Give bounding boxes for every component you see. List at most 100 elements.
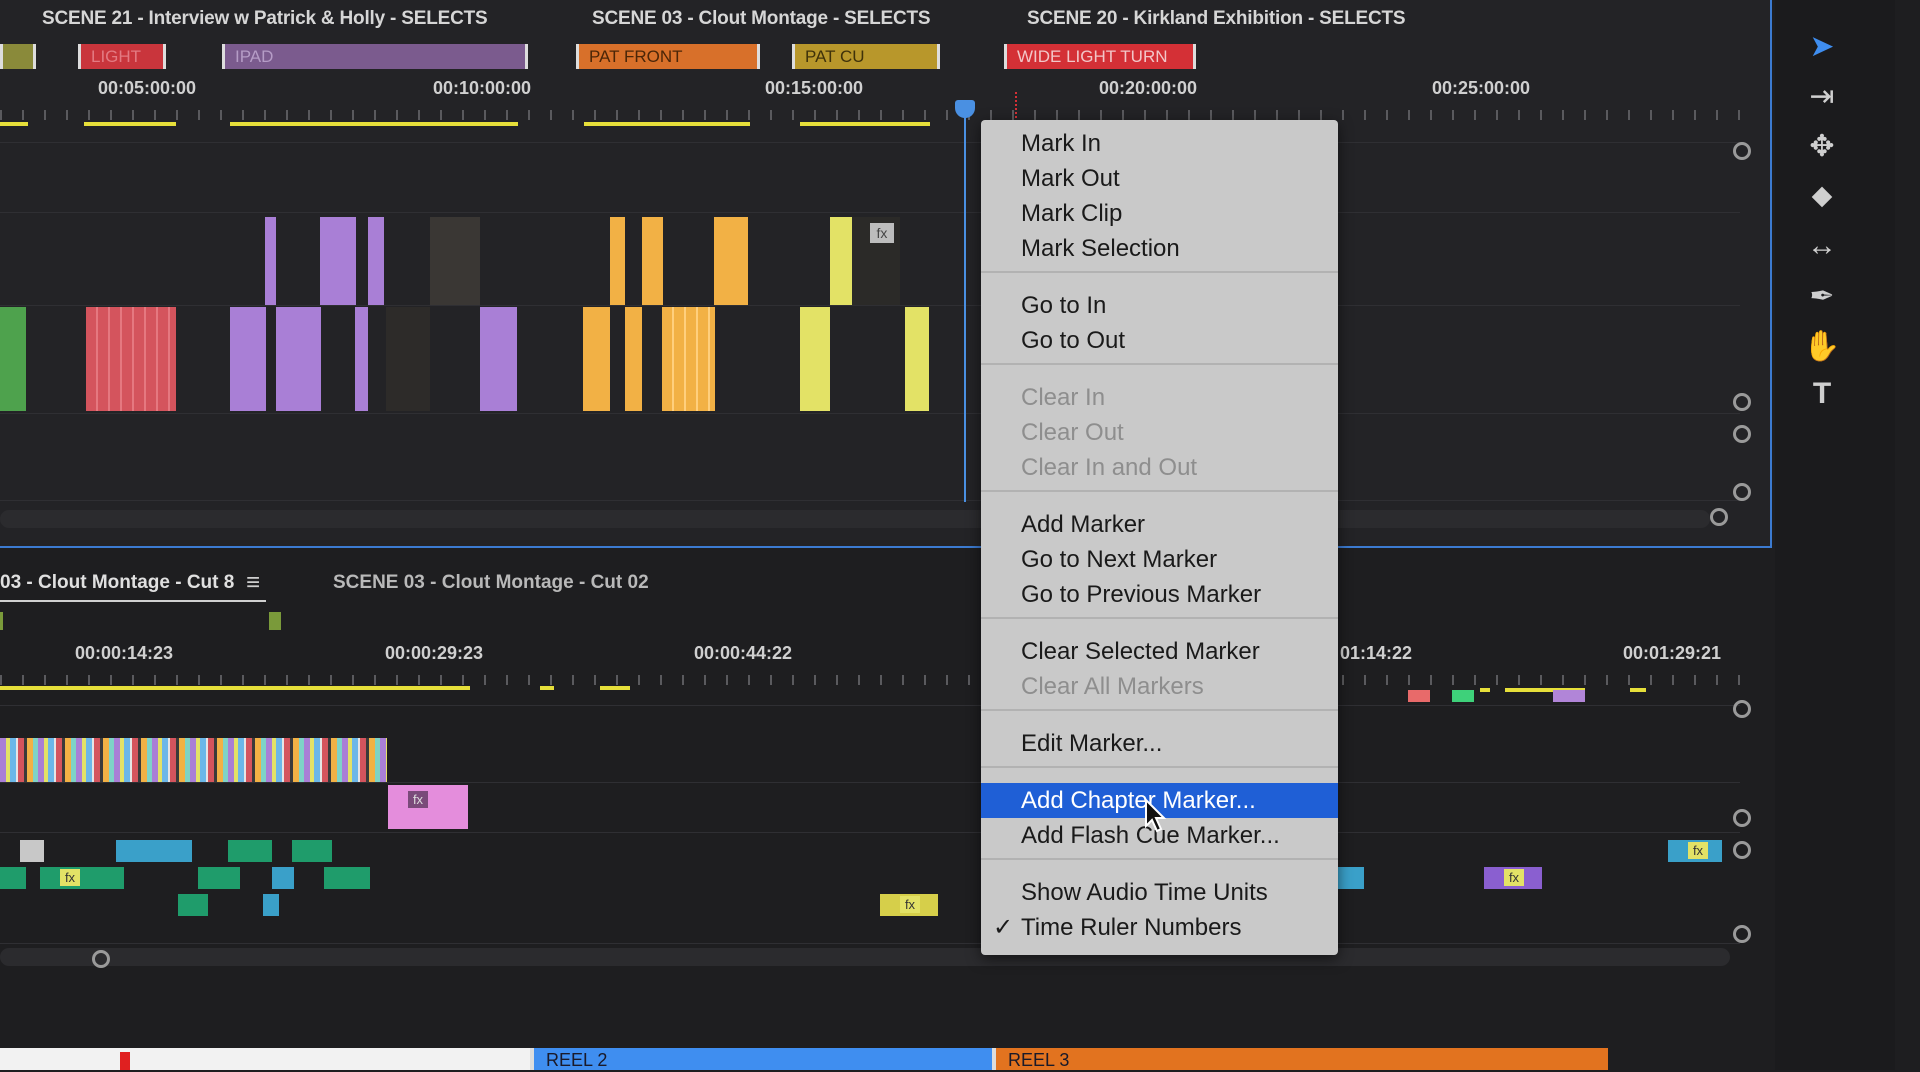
audio-clip[interactable]	[324, 867, 370, 889]
video-clip[interactable]	[642, 217, 663, 305]
menu-item-label: Mark Clip	[1021, 200, 1123, 227]
track-height-handle[interactable]	[1733, 700, 1751, 718]
horizontal-scrollbar[interactable]	[0, 510, 1710, 528]
track-height-handle[interactable]	[1733, 142, 1751, 160]
video-clip[interactable]	[276, 307, 321, 411]
menu-item-edit-marker[interactable]: Edit Marker...	[981, 726, 1338, 761]
menu-item-label: Go to Previous Marker	[1021, 581, 1262, 608]
sequence-menu-icon[interactable]: ≡	[246, 569, 260, 597]
fx-badge: fx	[408, 791, 428, 808]
audio-clip[interactable]: fx	[1484, 867, 1542, 889]
audio-clip[interactable]: fx	[880, 894, 938, 916]
video-clip[interactable]	[480, 307, 517, 411]
menu-item-go-to-in[interactable]: Go to In	[981, 288, 1338, 323]
video-clip-thumbnail[interactable]	[430, 217, 480, 305]
audio-clip[interactable]	[0, 867, 26, 889]
marker-ipad[interactable]: IPAD	[222, 44, 528, 69]
ruler-ticks[interactable]	[0, 110, 1740, 120]
audio-clip[interactable]	[116, 840, 192, 862]
menu-item-mark-in[interactable]: Mark In	[981, 126, 1338, 161]
tab-cut-8[interactable]: 03 - Clout Montage - Cut 8	[0, 572, 234, 594]
reel-2[interactable]: REEL 2	[530, 1048, 992, 1070]
playhead-line[interactable]	[964, 100, 966, 502]
marker-light[interactable]: LIGHT	[78, 44, 166, 69]
video-clip[interactable]	[368, 217, 384, 305]
track-height-handle[interactable]	[1733, 841, 1751, 859]
video-clip-group[interactable]	[86, 307, 176, 411]
timeline-marker-clip[interactable]	[1408, 690, 1430, 702]
menu-item-mark-clip[interactable]: Mark Clip	[981, 196, 1338, 231]
selection-tool-icon[interactable]: ➤	[1800, 26, 1844, 66]
menu-item-time-ruler-numbers[interactable]: ✓ Time Ruler Numbers	[981, 910, 1338, 945]
video-clip[interactable]	[625, 307, 642, 411]
timeline-marker-clip[interactable]	[1553, 690, 1585, 702]
slip-icon[interactable]: ↔	[1800, 226, 1844, 266]
reel-marker[interactable]	[120, 1052, 130, 1070]
video-clip[interactable]	[830, 217, 852, 305]
type-icon[interactable]: T	[1800, 374, 1844, 414]
top-timeline-panel[interactable]: SCENE 21 - Interview w Patrick & Holly -…	[0, 0, 1772, 548]
audio-clip[interactable]: fx	[1668, 840, 1722, 862]
menu-item-clear-selected-marker[interactable]: Clear Selected Marker	[981, 634, 1338, 669]
track-height-handle[interactable]	[1733, 483, 1751, 501]
menu-item-go-to-next-marker[interactable]: Go to Next Marker	[981, 542, 1338, 577]
video-clip[interactable]	[800, 307, 830, 411]
work-area-bar	[600, 686, 630, 690]
horizontal-scroll-handle[interactable]	[1710, 508, 1728, 526]
ripple-edit-icon[interactable]: ✥	[1800, 126, 1844, 166]
menu-item-show-audio-time-units[interactable]: Show Audio Time Units	[981, 875, 1338, 910]
audio-clip[interactable]	[228, 840, 272, 862]
track-height-handle[interactable]	[1733, 425, 1751, 443]
audio-clip[interactable]: fx	[40, 867, 124, 889]
pen-icon[interactable]: ✒	[1800, 276, 1844, 316]
audio-clip[interactable]	[263, 894, 279, 916]
video-clip[interactable]	[610, 217, 625, 305]
audio-clip[interactable]	[292, 840, 332, 862]
sequence-marker[interactable]	[269, 612, 281, 630]
video-clip[interactable]	[320, 217, 356, 305]
horizontal-scroll-handle[interactable]	[92, 950, 110, 968]
marker-wide-light-turn[interactable]: WIDE LIGHT TURN	[1004, 44, 1196, 69]
video-clip[interactable]	[230, 307, 266, 411]
audio-clip[interactable]	[1338, 867, 1364, 889]
audio-clip[interactable]	[272, 867, 294, 889]
menu-item-label: Time Ruler Numbers	[1021, 914, 1242, 941]
menu-item-clear-in: Clear In	[981, 380, 1338, 415]
menu-item-go-to-out[interactable]: Go to Out	[981, 323, 1338, 358]
menu-item-mark-selection[interactable]: Mark Selection	[981, 231, 1338, 266]
audio-clip[interactable]	[198, 867, 240, 889]
hand-icon[interactable]: ✋	[1800, 326, 1844, 366]
video-clip-thumbnail[interactable]: fx	[852, 217, 900, 305]
tab-cut-02[interactable]: SCENE 03 - Clout Montage - Cut 02	[333, 572, 649, 594]
track-height-handle[interactable]	[1733, 925, 1751, 943]
video-clip[interactable]	[0, 307, 26, 411]
video-clip[interactable]	[905, 307, 929, 411]
audio-clip[interactable]	[20, 840, 44, 862]
audio-clip[interactable]	[178, 894, 208, 916]
video-clip[interactable]	[355, 307, 368, 411]
track-height-handle[interactable]	[1733, 809, 1751, 827]
track-height-handle[interactable]	[1733, 393, 1751, 411]
scene-title-20: SCENE 20 - Kirkland Exhibition - SELECTS	[1027, 8, 1406, 29]
menu-item-go-to-previous-marker[interactable]: Go to Previous Marker	[981, 577, 1338, 612]
razor-icon[interactable]: ⬥	[1800, 176, 1844, 216]
video-clip[interactable]: fx	[388, 785, 468, 829]
timeline-marker-clip[interactable]	[1452, 690, 1474, 702]
video-clip[interactable]	[714, 217, 748, 305]
video-clip-group[interactable]	[0, 738, 387, 782]
video-clip[interactable]	[265, 217, 276, 305]
menu-item-add-marker[interactable]: Add Marker	[981, 507, 1338, 542]
track-select-icon[interactable]: ⇥	[1800, 76, 1844, 116]
marker-pat-front[interactable]: PAT FRONT	[576, 44, 760, 69]
video-clip[interactable]	[583, 307, 610, 411]
reel-segment[interactable]	[0, 1048, 530, 1070]
video-clip-thumbnail[interactable]	[386, 307, 430, 411]
marker-pat-cu[interactable]: PAT CU	[792, 44, 940, 69]
horizontal-scrollbar[interactable]	[0, 948, 1730, 966]
ruler-ticks[interactable]	[0, 675, 1740, 685]
marker-tag-partial[interactable]	[0, 44, 36, 69]
reel-3[interactable]: REEL 3	[992, 1048, 1608, 1070]
video-clip-group[interactable]	[662, 307, 715, 411]
ruler-label: 00:01:29:21	[1623, 643, 1722, 663]
menu-item-mark-out[interactable]: Mark Out	[981, 161, 1338, 196]
